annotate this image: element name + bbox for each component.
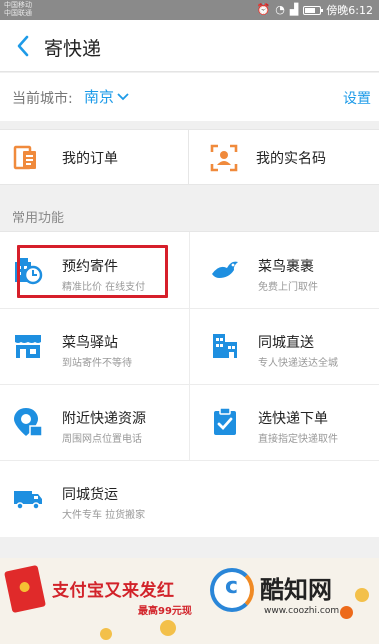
settings-link[interactable]: 设置 [343,88,371,108]
feature-title: 同城直送 [258,335,314,351]
feature-subtitle: 免费上门取件 [258,282,318,293]
battery-icon [303,5,324,15]
section-title: 常用功能 [12,211,65,226]
station-shop-icon [15,335,41,358]
city-selector[interactable]: 南京 [84,86,129,107]
status-time: 傍晚6:12 [326,4,373,17]
coin-icon [160,620,176,636]
cainiao-bird-icon [212,261,238,278]
carrier-line-1: 中国移动 [4,1,32,9]
feature-title: 选快递下单 [258,411,328,427]
my-realname-code-button[interactable]: 我的实名码 [190,130,379,185]
feature-title: 菜鸟裹裹 [258,259,314,275]
my-realname-code-label: 我的实名码 [256,150,326,167]
map-pin-icon [14,408,43,437]
city-row: 当前城市: 南京 设置 [0,73,379,121]
feature-book-shipment[interactable]: 预约寄件 精准比价 在线支付 [0,232,189,308]
status-bar: 中国移动 中国联通 ⏰ ◔ ▟ 傍晚6:12 [0,0,379,20]
feature-nearby-resources[interactable]: 附近快递资源 周围网点位置电话 [0,384,189,460]
page-title: 寄快递 [44,38,102,60]
chevron-down-icon [117,92,129,100]
feature-same-city-direct[interactable]: 同城直送 专人快递送达全城 [190,308,379,384]
battery-fill [305,7,316,13]
city-value: 南京 [84,88,115,106]
carrier-info: 中国移动 中国联通 [4,1,32,17]
highlight-box [17,245,168,298]
carrier-line-2: 中国联通 [4,9,32,17]
promo-subtitle: 最高99元现 [138,606,192,617]
my-orders-label: 我的订单 [62,150,118,167]
signal-icon: ▟ [289,3,299,16]
alarm-icon: ⏰ [256,3,271,16]
coin-icon [100,628,112,640]
feature-title: 附近快递资源 [62,411,146,427]
feature-title: 同城货运 [62,487,118,503]
feature-grid: 预约寄件 精准比价 在线支付 菜鸟裹裹 免费上门取件 菜鸟驿站 到站寄件不等待 [0,231,379,537]
app-header: 寄快递 [0,20,379,72]
watermark-badge-icon [340,606,353,619]
qr-face-icon [210,144,238,171]
feature-subtitle: 专人快递送达全城 [258,358,338,369]
feature-subtitle: 大件专车 拉货搬家 [62,510,146,521]
city-buildings-icon [213,334,237,358]
orders-row: 我的订单 我的实名码 [0,129,379,185]
order-document-icon [13,145,36,169]
watermark-url: www.coozhi.com [264,606,340,616]
promo-title: 支付宝又来发红 [52,581,175,601]
red-envelope-icon [4,564,46,614]
back-icon[interactable] [10,32,36,60]
watermark-logo-icon [210,568,254,612]
clipboard-check-icon [214,407,236,435]
feature-same-city-freight[interactable]: 同城货运 大件专车 拉货搬家 [0,460,189,536]
feature-subtitle: 到站寄件不等待 [62,358,132,369]
feature-title: 菜鸟驿站 [62,335,118,351]
feature-cainiao-station[interactable]: 菜鸟驿站 到站寄件不等待 [0,308,189,384]
my-orders-button[interactable]: 我的订单 [0,130,189,185]
feature-choose-courier[interactable]: 选快递下单 直接指定快递取件 [190,384,379,460]
watermark: 酷知网 www.coozhi.com [210,566,360,626]
promo-banner[interactable]: 支付宝又来发红 最高99元现 酷知网 www.coozhi.com [0,558,379,644]
watermark-name: 酷知网 [260,576,332,604]
wifi-icon: ◔ [275,3,285,16]
feature-subtitle: 周围网点位置电话 [62,434,142,445]
city-label: 当前城市: [12,91,73,107]
truck-icon [14,491,42,510]
feature-cainiao-guoguo[interactable]: 菜鸟裹裹 免费上门取件 [190,232,379,308]
feature-subtitle: 直接指定快递取件 [258,434,338,445]
